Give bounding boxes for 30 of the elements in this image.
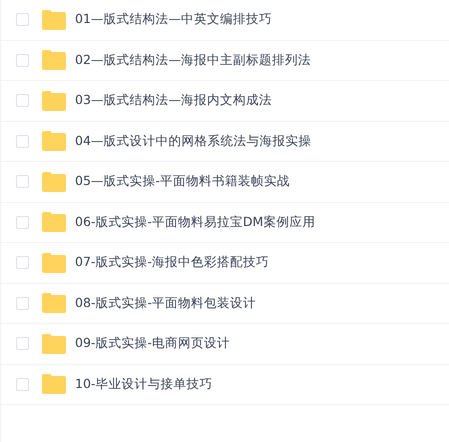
checkbox[interactable] xyxy=(16,54,29,67)
checkbox[interactable] xyxy=(16,94,29,108)
checkbox[interactable] xyxy=(16,256,29,270)
checkbox[interactable] xyxy=(16,337,29,350)
folder-icon xyxy=(42,293,66,314)
folder-name[interactable]: 03—版式结构法—海报内文构成法 xyxy=(75,92,272,110)
checkbox[interactable] xyxy=(16,175,29,188)
folder-name[interactable]: 06-版式实操-平面物料易拉宝DM案例应用 xyxy=(75,214,316,231)
folder-name[interactable]: 02—版式结构法—海报中主副标题排列法 xyxy=(75,52,311,69)
checkbox[interactable] xyxy=(16,13,29,26)
folder-icon xyxy=(42,334,66,354)
folder-icon xyxy=(42,90,66,111)
checkbox[interactable] xyxy=(16,378,29,391)
folder-name[interactable]: 08-版式实操-平面物料包装设计 xyxy=(75,294,256,312)
folder-icon xyxy=(42,50,66,70)
folder-icon xyxy=(42,374,66,394)
folder-icon xyxy=(42,252,66,273)
folder-name[interactable]: 10-毕业设计与接单技巧 xyxy=(75,376,212,393)
checkbox[interactable] xyxy=(16,296,29,310)
folder-icon xyxy=(42,172,66,192)
folder-icon xyxy=(42,10,66,30)
checkbox[interactable] xyxy=(16,134,29,148)
checkbox[interactable] xyxy=(16,216,29,229)
folder-name[interactable]: 07-版式实操-海报中色彩搭配技巧 xyxy=(75,254,269,272)
folder-icon xyxy=(42,131,66,152)
folder-name[interactable]: 09-版式实操-电商网页设计 xyxy=(75,335,230,352)
folder-name[interactable]: 05—版式实操-平面物料书籍装帧实战 xyxy=(75,173,290,190)
folder-icon xyxy=(42,212,66,232)
folder-name[interactable]: 01—版式结构法—中英文编排技巧 xyxy=(75,11,272,28)
folder-name[interactable]: 04—版式设计中的网格系统法与海报实操 xyxy=(75,132,312,150)
